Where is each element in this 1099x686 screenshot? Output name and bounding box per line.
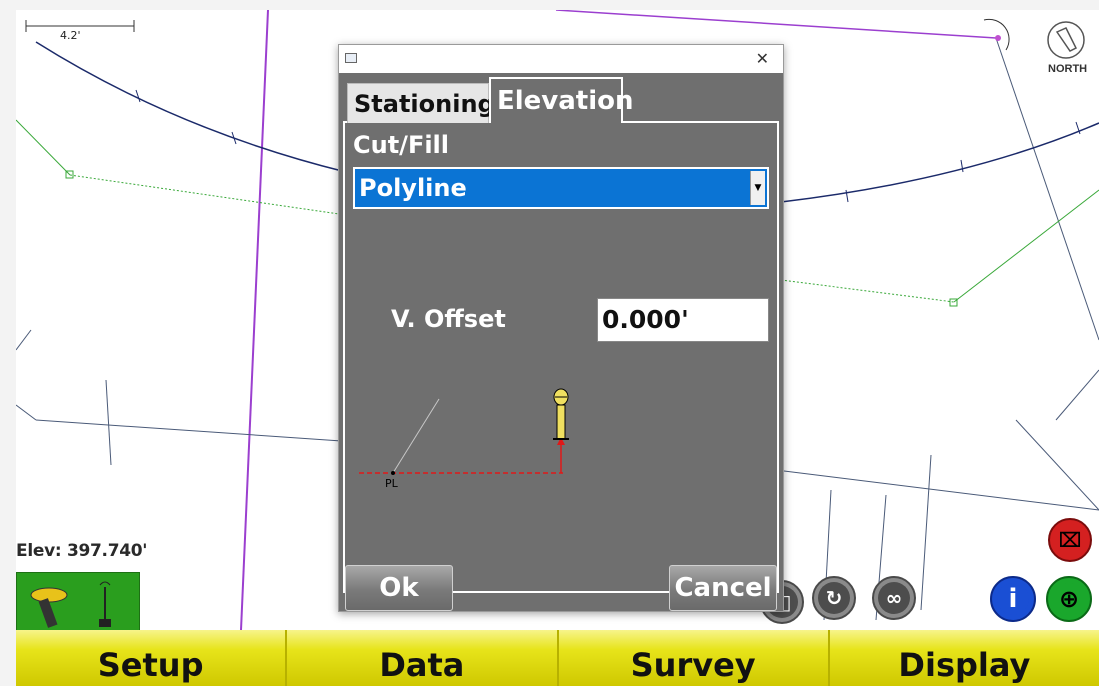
window-icon xyxy=(345,53,357,63)
tab-elevation[interactable]: Elevation xyxy=(489,77,634,123)
close-icon[interactable]: ✕ xyxy=(756,49,769,68)
infinity-icon: ∞ xyxy=(878,582,910,614)
rotate-button[interactable]: ↻ xyxy=(812,576,856,620)
cut-fill-label: Cut/Fill xyxy=(353,131,450,159)
dialog-body: Stationing Elevation Cut/Fill Polyline ▼… xyxy=(339,73,783,611)
elevation-readout: Elev: 397.740' xyxy=(16,541,148,561)
scale-label: 4.2' xyxy=(60,29,81,42)
tab-stationing[interactable]: Stationing xyxy=(347,83,495,123)
menu-survey-button[interactable]: Survey xyxy=(558,630,830,686)
main-menu-bar: Setup Data Survey Display xyxy=(16,630,1099,686)
gnss-status-tile[interactable] xyxy=(16,572,140,632)
crosshair-icon: ⊕ xyxy=(1053,583,1085,615)
ok-button[interactable]: Ok xyxy=(345,565,453,611)
chevron-down-icon[interactable]: ▼ xyxy=(750,171,765,205)
cut-fill-dropdown[interactable]: Polyline ▼ xyxy=(353,167,769,209)
rotate-icon: ↻ xyxy=(818,582,850,614)
menu-data-button[interactable]: Data xyxy=(287,630,559,686)
v-offset-input[interactable]: 0.000' xyxy=(597,298,769,342)
v-offset-label: V. Offset xyxy=(391,305,506,333)
dialog-titlebar: ✕ xyxy=(339,45,783,73)
cancel-button[interactable]: Cancel xyxy=(669,565,777,611)
cut-fill-dropdown-value: Polyline xyxy=(359,174,467,202)
menu-setup-button[interactable]: Setup xyxy=(16,630,288,686)
link-button[interactable]: ∞ xyxy=(872,576,916,620)
pl-label: PL xyxy=(385,477,399,490)
info-button[interactable]: i xyxy=(990,576,1036,622)
settings-dialog: ✕ Stationing Elevation Cut/Fill Polyline… xyxy=(338,44,784,612)
menu-display-button[interactable]: Display xyxy=(829,630,1099,686)
stake-button[interactable]: ⌧ xyxy=(1048,518,1092,562)
stake-icon: ⌧ xyxy=(1054,524,1086,556)
cut-fill-diagram: PL xyxy=(359,388,569,490)
gnss-receiver-icon xyxy=(30,581,111,628)
north-label: NORTH xyxy=(1048,63,1088,75)
info-icon: i xyxy=(997,583,1029,615)
center-target-button[interactable]: ⊕ xyxy=(1046,576,1092,622)
